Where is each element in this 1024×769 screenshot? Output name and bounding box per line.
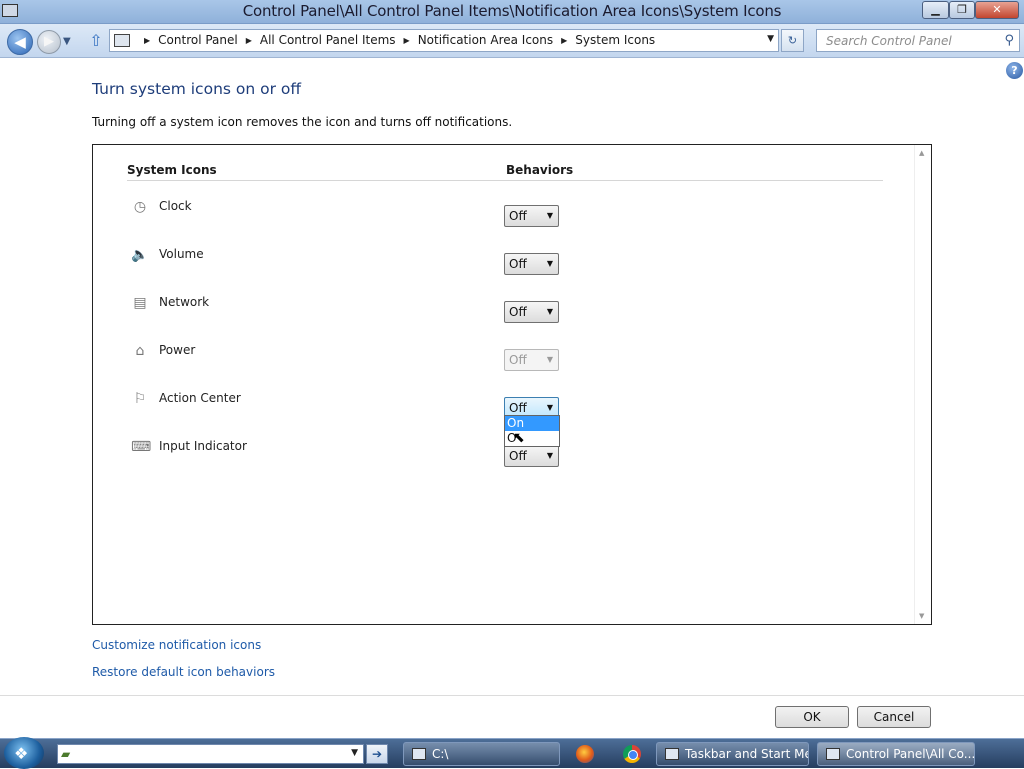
restore-default-behaviors-link[interactable]: Restore default icon behaviors [92,665,275,679]
chevron-down-icon: ▼ [546,259,553,268]
breadcrumb-notification-area-icons[interactable]: Notification Area Icons [418,33,553,47]
breadcrumb: ▶ Control Panel ▶ All Control Panel Items ▶ N… [136,33,655,47]
volume-behavior-select[interactable]: Off ▼ [504,253,559,275]
taskbar-item-c-drive[interactable]: C:\ [403,742,560,766]
clock-behavior-select[interactable]: Off ▼ [504,205,559,227]
list-item-action-center: ⚐ Action Center Off ▼ [93,389,913,419]
task-label: Control Panel\All Co... [846,747,975,761]
search-icon[interactable]: ⚲ [1004,33,1014,48]
chevron-down-icon: ▼ [546,211,553,220]
maximize-button[interactable]: ❐ [949,1,975,19]
list-item-input-indicator: ⌨ Input Indicator Off ▼ [93,437,913,467]
taskbar-item-control-panel[interactable]: Control Panel\All Co... [817,742,975,766]
breadcrumb-system-icons[interactable]: System Icons [575,33,655,47]
search-placeholder: Search Control Panel [826,34,952,48]
chevron-down-icon: ▼ [546,307,553,316]
cancel-button[interactable]: Cancel [857,706,931,728]
chevron-down-icon[interactable]: ▼ [351,748,358,758]
scroll-up-arrow-icon[interactable]: ▲ [919,149,924,157]
page-title: Turn system icons on or off [92,80,302,98]
customize-notification-icons-link[interactable]: Customize notification icons [92,638,261,652]
chevron-down-icon: ▼ [546,451,553,460]
list-item-power: ⌂ Power Off ▼ [93,341,913,371]
breadcrumb-all-items[interactable]: All Control Panel Items [260,33,396,47]
system-icons-list: System Icons Behaviors ◷ Clock Off ▼ 🔈 Vo… [92,144,932,625]
back-button[interactable]: ◀ [7,29,33,55]
windows-logo-icon: ❖ [14,744,29,763]
page-description: Turning off a system icon removes the ic… [92,115,513,129]
help-icon[interactable]: ? [1006,62,1023,79]
minimize-button[interactable]: ▁ [922,1,949,19]
scroll-down-arrow-icon[interactable]: ▼ [919,612,924,620]
search-input[interactable]: Search Control Panel ⚲ [816,29,1020,52]
breadcrumb-chevron-icon[interactable]: ▶ [561,36,567,45]
network-icon: ▤ [133,295,147,311]
list-item-clock: ◷ Clock Off ▼ [93,197,913,227]
clock-icon: ◷ [133,199,147,215]
input-indicator-behavior-select[interactable]: Off ▼ [504,445,559,467]
select-value: Off [509,401,527,415]
breadcrumb-chevron-icon[interactable]: ▶ [144,36,150,45]
task-label: C:\ [432,747,449,761]
header-divider [127,180,883,181]
chevron-down-icon: ▼ [546,355,553,364]
forward-button[interactable]: ▶ [37,30,61,54]
control-panel-icon [826,748,840,760]
refresh-button[interactable]: ↻ [781,29,804,52]
recent-pages-dropdown-icon[interactable]: ▼ [63,36,71,47]
breadcrumb-chevron-icon[interactable]: ▶ [246,36,252,45]
list-item-network: ▤ Network Off ▼ [93,293,913,323]
firefox-icon[interactable] [576,745,594,763]
run-address-input[interactable]: ▰ ▼ [57,744,364,764]
chevron-down-icon: ▼ [546,403,553,412]
address-bar[interactable]: ▶ Control Panel ▶ All Control Panel Items ▶ N… [109,29,779,52]
taskbar-item-taskbar-start-menu[interactable]: Taskbar and Start Me... [656,742,809,766]
keyboard-icon: ⌨ [131,439,152,455]
control-panel-window: Control Panel\All Control Panel Items\No… [0,0,1024,738]
window-title: Control Panel\All Control Panel Items\No… [242,2,782,20]
list-item-volume: 🔈 Volume Off ▼ [93,245,913,275]
select-value: Off [509,305,527,319]
select-value: Off [509,449,527,463]
action-center-flag-icon: ⚐ [133,391,147,407]
close-button[interactable]: ✕ [975,1,1019,19]
power-behavior-select: Off ▼ [504,349,559,371]
run-icon: ▰ [61,747,71,761]
computer-icon [114,34,130,47]
title-bar[interactable]: Control Panel\All Control Panel Items\No… [0,0,1024,24]
address-dropdown-icon[interactable]: ▼ [767,34,774,44]
row-label-clock: Clock [159,199,192,213]
row-label-action-center: Action Center [159,391,241,405]
row-label-network: Network [159,295,210,309]
go-button[interactable]: ➔ [366,744,388,764]
column-header-behaviors: Behaviors [506,163,574,177]
up-arrow-icon[interactable]: ⇧ [87,32,105,50]
chrome-icon[interactable] [623,745,641,763]
column-header-system-icons: System Icons [127,163,217,177]
navigation-bar: ◀ ▶ ▼ ⇧ ▶ Control Panel ▶ All Control Panel… [0,24,1024,58]
power-icon: ⌂ [135,343,145,359]
dropdown-option-on[interactable]: On [505,416,559,431]
window-icon [665,748,679,760]
ok-button[interactable]: OK [775,706,849,728]
footer-divider [0,695,1024,696]
select-value: Off [509,257,527,271]
task-label: Taskbar and Start Me... [685,747,808,761]
folder-icon [412,748,426,760]
start-button[interactable]: ❖ [4,737,44,769]
select-value: Off [509,209,527,223]
volume-icon: 🔈 [131,247,149,263]
row-label-input-indicator: Input Indicator [159,439,247,453]
row-label-volume: Volume [159,247,204,261]
breadcrumb-control-panel[interactable]: Control Panel [158,33,238,47]
vertical-scrollbar[interactable]: ▲ ▼ [914,145,931,624]
select-value: Off [509,353,527,367]
mouse-cursor-icon: ⬉ [513,430,525,446]
breadcrumb-chevron-icon[interactable]: ▶ [404,36,410,45]
taskbar: ❖ ▰ ▼ ➔ C:\ Taskbar and Start Me... Cont… [0,737,1024,769]
row-label-power: Power [159,343,196,357]
network-behavior-select[interactable]: Off ▼ [504,301,559,323]
